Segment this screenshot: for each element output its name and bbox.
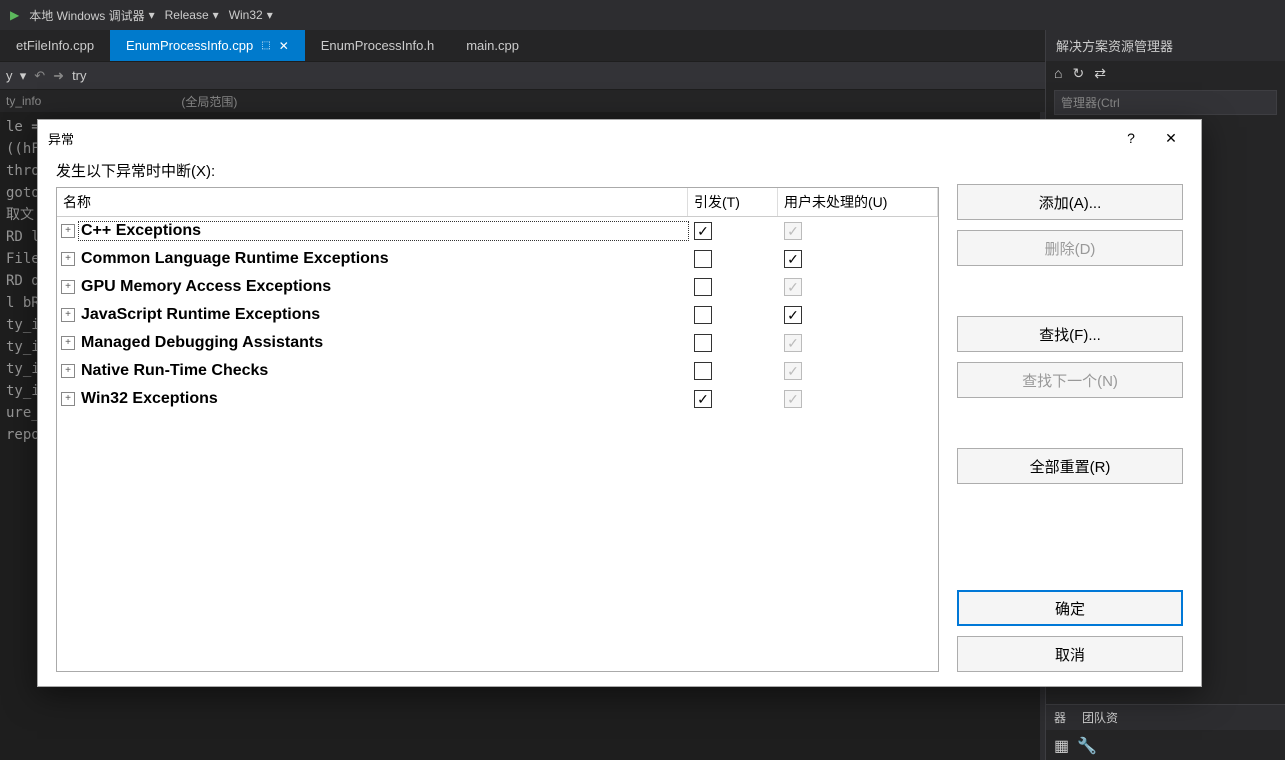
exception-row[interactable]: + JavaScript Runtime Exceptions [57,301,938,329]
crumb-left[interactable]: ty_info [6,94,41,108]
panel-icons: ▦ 🔧 [1054,736,1097,756]
user-unhandled-checkbox [784,222,802,240]
thrown-checkbox[interactable] [694,306,712,324]
exception-row[interactable]: + Managed Debugging Assistants [57,329,938,357]
expand-icon[interactable]: + [61,308,75,322]
solution-search[interactable]: 管理器(Ctrl [1054,90,1277,115]
thrown-checkbox[interactable] [694,278,712,296]
exception-row[interactable]: + Native Run-Time Checks [57,357,938,385]
close-icon[interactable]: ✕ [279,39,289,53]
user-unhandled-checkbox[interactable] [784,250,802,268]
exception-row[interactable]: + Win32 Exceptions [57,385,938,413]
expand-icon[interactable]: + [61,280,75,294]
nav-left-dropdown[interactable]: y ▾ [6,68,26,84]
dialog-buttons: 添加(A)... 删除(D) 查找(F)... 查找下一个(N) 全部重置(R)… [957,160,1183,672]
nav-back-icon[interactable]: ↶ [34,68,45,84]
find-button[interactable]: 查找(F)... [957,316,1183,352]
exception-name: JavaScript Runtime Exceptions [79,306,688,324]
tab-file-3[interactable]: main.cpp [450,30,535,61]
thrown-checkbox[interactable] [694,362,712,380]
tab-file-0[interactable]: etFileInfo.cpp [0,30,110,61]
dialog-prompt: 发生以下异常时中断(X): [56,160,939,181]
user-unhandled-checkbox[interactable] [784,306,802,324]
user-unhandled-checkbox [784,390,802,408]
tab-file-2[interactable]: EnumProcessInfo.h [305,30,450,61]
user-unhandled-checkbox [784,334,802,352]
dialog-close-button[interactable]: ✕ [1151,124,1191,152]
refresh-icon[interactable]: ↻ [1072,65,1084,82]
home-icon[interactable]: ⌂ [1054,65,1062,82]
start-debug-icon[interactable]: ▶ [10,8,19,22]
main-toolbar: ▶ 本地 Windows 调试器 ▾ Release ▾ Win32 ▾ [0,0,1285,30]
config-dropdown[interactable]: Release ▾ [165,8,219,22]
properties-icon[interactable]: ▦ [1054,736,1069,756]
exception-row[interactable]: + C++ Exceptions [57,217,938,245]
thrown-checkbox[interactable] [694,390,712,408]
add-button[interactable]: 添加(A)... [957,184,1183,220]
thrown-checkbox[interactable] [694,334,712,352]
thrown-checkbox[interactable] [694,250,712,268]
exception-list[interactable]: 名称 引发(T) 用户未处理的(U) + C++ Exceptions + Commo… [56,187,939,672]
reset-all-button[interactable]: 全部重置(R) [957,448,1183,484]
dialog-title: 异常 [48,129,74,148]
dialog-titlebar: 异常 ? ✕ [38,120,1201,156]
crumb-center[interactable]: (全局范围) [181,93,237,110]
tab-file-1[interactable]: EnumProcessInfo.cpp ⬚ ✕ [110,30,305,61]
solution-title: 解决方案资源管理器 [1046,30,1285,61]
exception-name: Managed Debugging Assistants [79,334,688,352]
sync-icon[interactable]: ⇄ [1094,65,1106,82]
debug-target-dropdown[interactable]: 本地 Windows 调试器 ▾ [29,7,154,24]
nav-scope[interactable]: try [72,68,86,83]
panel-tabs: 器 团队资 [1046,704,1285,730]
expand-icon[interactable]: + [61,336,75,350]
exceptions-dialog: 异常 ? ✕ 发生以下异常时中断(X): 名称 引发(T) 用户未处理的(U) … [37,119,1202,687]
expand-icon[interactable]: + [61,224,75,238]
exception-name: C++ Exceptions [79,222,688,240]
pin-icon[interactable]: ⬚ [261,40,270,51]
thrown-checkbox[interactable] [694,222,712,240]
help-button[interactable]: ? [1111,124,1151,152]
user-unhandled-checkbox [784,278,802,296]
nav-arrow-icon: ➜ [53,68,64,84]
exception-row[interactable]: + GPU Memory Access Exceptions [57,273,938,301]
col-name[interactable]: 名称 [57,188,688,216]
exception-name: Common Language Runtime Exceptions [79,250,688,268]
exception-name: GPU Memory Access Exceptions [79,278,688,296]
panel-tab-0[interactable]: 器 [1046,705,1074,730]
platform-dropdown[interactable]: Win32 ▾ [229,8,273,22]
expand-icon[interactable]: + [61,252,75,266]
solution-toolbar: ⌂ ↻ ⇄ [1046,61,1285,86]
ok-button[interactable]: 确定 [957,590,1183,626]
grid-header: 名称 引发(T) 用户未处理的(U) [57,188,938,217]
exception-name: Native Run-Time Checks [79,362,688,380]
panel-tab-1[interactable]: 团队资 [1074,705,1126,730]
col-thrown[interactable]: 引发(T) [688,188,778,216]
cancel-button[interactable]: 取消 [957,636,1183,672]
expand-icon[interactable]: + [61,364,75,378]
delete-button: 删除(D) [957,230,1183,266]
exception-row[interactable]: + Common Language Runtime Exceptions [57,245,938,273]
find-next-button: 查找下一个(N) [957,362,1183,398]
exception-name: Win32 Exceptions [79,390,688,408]
col-user[interactable]: 用户未处理的(U) [778,188,938,216]
wrench-icon[interactable]: 🔧 [1077,736,1097,756]
user-unhandled-checkbox [784,362,802,380]
expand-icon[interactable]: + [61,392,75,406]
